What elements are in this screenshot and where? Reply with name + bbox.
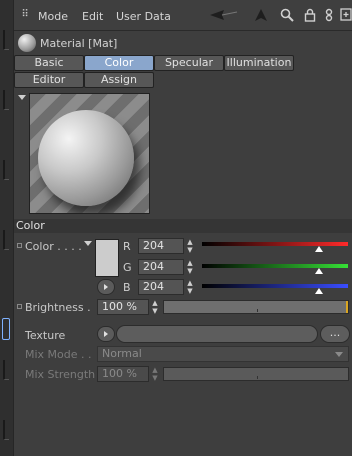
channel-g-input[interactable]: 204 — [138, 259, 184, 275]
tab-color[interactable]: Color — [84, 55, 154, 71]
channel-r-input[interactable]: 204 — [138, 238, 184, 254]
material-header: Material [Mat] — [14, 31, 352, 53]
brightness-slider-end — [346, 301, 348, 313]
mix-strength-input[interactable]: 100 % — [97, 366, 149, 382]
tab-basic[interactable]: Basic — [14, 55, 84, 71]
section-header-color: Color — [14, 219, 352, 233]
channel-g-knob[interactable] — [314, 268, 323, 274]
material-thumbnail — [18, 34, 36, 52]
texture-label: Texture — [25, 329, 66, 342]
channel-r-stepper[interactable]: ▲ ▼ — [185, 238, 195, 254]
channel-r-knob[interactable] — [314, 246, 323, 252]
brightness-slider-mark — [257, 309, 258, 312]
mix-mode-select[interactable]: Normal — [97, 346, 349, 362]
add-panel-icon[interactable] — [340, 8, 352, 22]
channel-b-slider[interactable] — [202, 284, 348, 288]
color-picker-button[interactable] — [97, 279, 115, 295]
strip-handle — [3, 360, 9, 380]
link-icon[interactable] — [322, 8, 336, 22]
color-swatch[interactable] — [95, 239, 119, 277]
mix-strength-slider-mark — [257, 376, 258, 379]
tab-assign[interactable]: Assign — [84, 72, 154, 88]
strip-handle — [3, 420, 9, 440]
selected-indicator[interactable] — [2, 318, 10, 340]
brightness-animate-dot[interactable] — [17, 304, 22, 309]
strip-handle — [3, 90, 9, 110]
brightness-stepper[interactable]: ▲ ▼ — [150, 299, 160, 315]
tab-specular[interactable]: Specular — [154, 55, 224, 71]
mix-mode-value: Normal — [102, 347, 142, 360]
mix-strength-label: Mix Strength — [25, 368, 96, 381]
strip-handle — [3, 30, 9, 50]
channel-r-slider[interactable] — [202, 242, 348, 246]
brightness-input[interactable]: 100 % — [97, 299, 149, 315]
color-animate-dot[interactable] — [17, 243, 22, 248]
channel-g-slider[interactable] — [202, 264, 348, 268]
mix-strength-slider[interactable] — [163, 367, 349, 381]
swatch-menu-arrow-icon[interactable] — [84, 241, 92, 246]
texture-field[interactable] — [116, 325, 318, 343]
back-arrow-icon[interactable] — [210, 8, 238, 22]
material-preview[interactable] — [29, 93, 150, 214]
channel-b-stepper[interactable]: ▲ ▼ — [185, 279, 195, 295]
chevron-down-icon — [335, 352, 343, 357]
brightness-label: Brightness . — [25, 301, 91, 314]
texture-menu-button[interactable] — [97, 326, 115, 342]
color-label: Color . . . . — [25, 240, 82, 253]
brightness-slider[interactable] — [163, 300, 349, 314]
mix-strength-stepper[interactable]: ▲ ▼ — [150, 366, 160, 382]
lock-icon[interactable] — [303, 8, 317, 22]
preview-menu-arrow-icon[interactable] — [18, 95, 26, 100]
section-title: Color — [16, 219, 45, 232]
grip-icon[interactable]: ⠿ — [18, 8, 32, 22]
channel-g-label: G — [123, 261, 132, 274]
strip-handle — [3, 160, 9, 180]
menubar: ⠿ Mode Edit User Data — [14, 0, 352, 31]
channel-b-input[interactable]: 204 — [138, 279, 184, 295]
preview-sphere — [38, 110, 134, 206]
mix-mode-label: Mix Mode . . — [25, 348, 92, 361]
texture-browse-button[interactable]: ... — [320, 325, 350, 343]
search-icon[interactable] — [280, 8, 294, 22]
menu-user-data[interactable]: User Data — [116, 10, 171, 23]
strip-handle — [3, 230, 9, 250]
menu-mode[interactable]: Mode — [38, 10, 68, 23]
menu-edit[interactable]: Edit — [82, 10, 103, 23]
channel-b-knob[interactable] — [314, 288, 323, 294]
tab-editor[interactable]: Editor — [14, 72, 84, 88]
material-title: Material [Mat] — [40, 37, 118, 50]
channel-g-stepper[interactable]: ▲ ▼ — [185, 259, 195, 275]
left-panel-strip — [0, 0, 14, 456]
channel-r-label: R — [123, 240, 131, 253]
cursor-icon[interactable] — [254, 8, 268, 22]
channel-b-label: B — [123, 281, 131, 294]
tab-illumination[interactable]: Illumination — [224, 55, 294, 71]
